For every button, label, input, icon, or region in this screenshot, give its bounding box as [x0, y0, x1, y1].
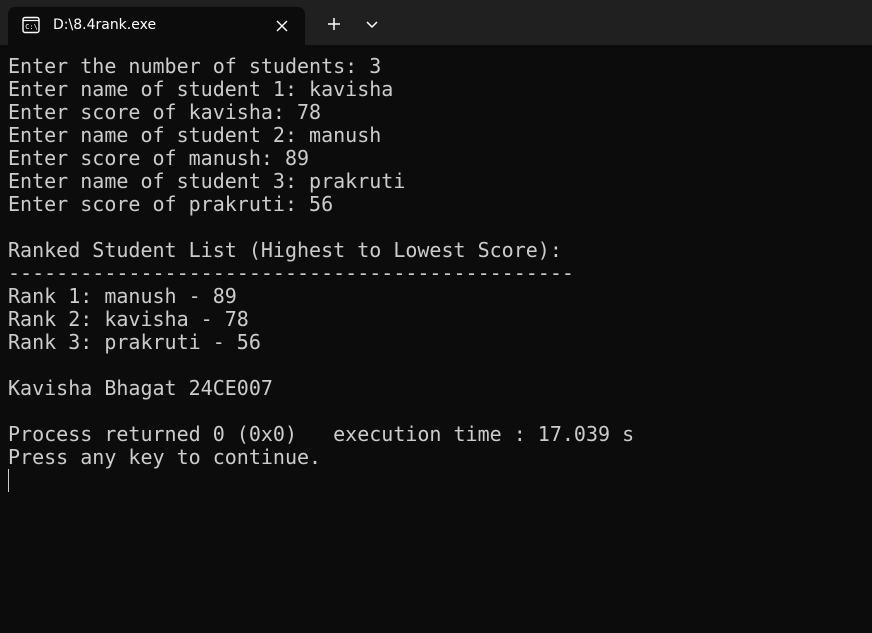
console-output[interactable]: Enter the number of students: 3 Enter na… — [8, 55, 868, 625]
console-line: Enter name of student 1: kavisha — [8, 77, 394, 101]
console-line: Enter the number of students: 3 — [8, 54, 382, 78]
text-cursor — [8, 469, 9, 492]
console-line: ----------------------------------------… — [8, 261, 574, 285]
tab-active[interactable]: C:\ D:\8.4rank.exe — [8, 7, 305, 45]
console-line: Enter score of prakruti: 56 — [8, 192, 334, 216]
console-line: Enter score of manush: 89 — [8, 146, 310, 170]
console-icon: C:\ — [22, 16, 40, 34]
console-line: Rank 1: manush - 89 — [8, 284, 237, 308]
new-tab-plus-icon[interactable] — [320, 10, 348, 38]
chevron-down-icon[interactable] — [358, 10, 386, 38]
console-line: Enter name of student 3: prakruti — [8, 169, 406, 193]
terminal-window: C:\ D:\8.4rank.exe Enter the number of s… — [0, 0, 872, 633]
console-line: Enter name of student 2: manush — [8, 123, 382, 147]
console-line: Press any key to continue. — [8, 445, 322, 469]
console-line: Process returned 0 (0x0) execution time … — [8, 422, 635, 446]
tab-title: D:\8.4rank.exe — [53, 17, 157, 33]
console-line: Ranked Student List (Highest to Lowest S… — [8, 238, 562, 262]
close-icon[interactable] — [272, 16, 292, 36]
title-bar: C:\ D:\8.4rank.exe — [0, 0, 872, 45]
console-line: Rank 3: prakruti - 56 — [8, 330, 261, 354]
svg-text:C:\: C:\ — [25, 23, 38, 31]
console-line: Enter score of kavisha: 78 — [8, 100, 322, 124]
console-line: Rank 2: kavisha - 78 — [8, 307, 249, 331]
console-line: Kavisha Bhagat 24CE007 — [8, 376, 273, 400]
